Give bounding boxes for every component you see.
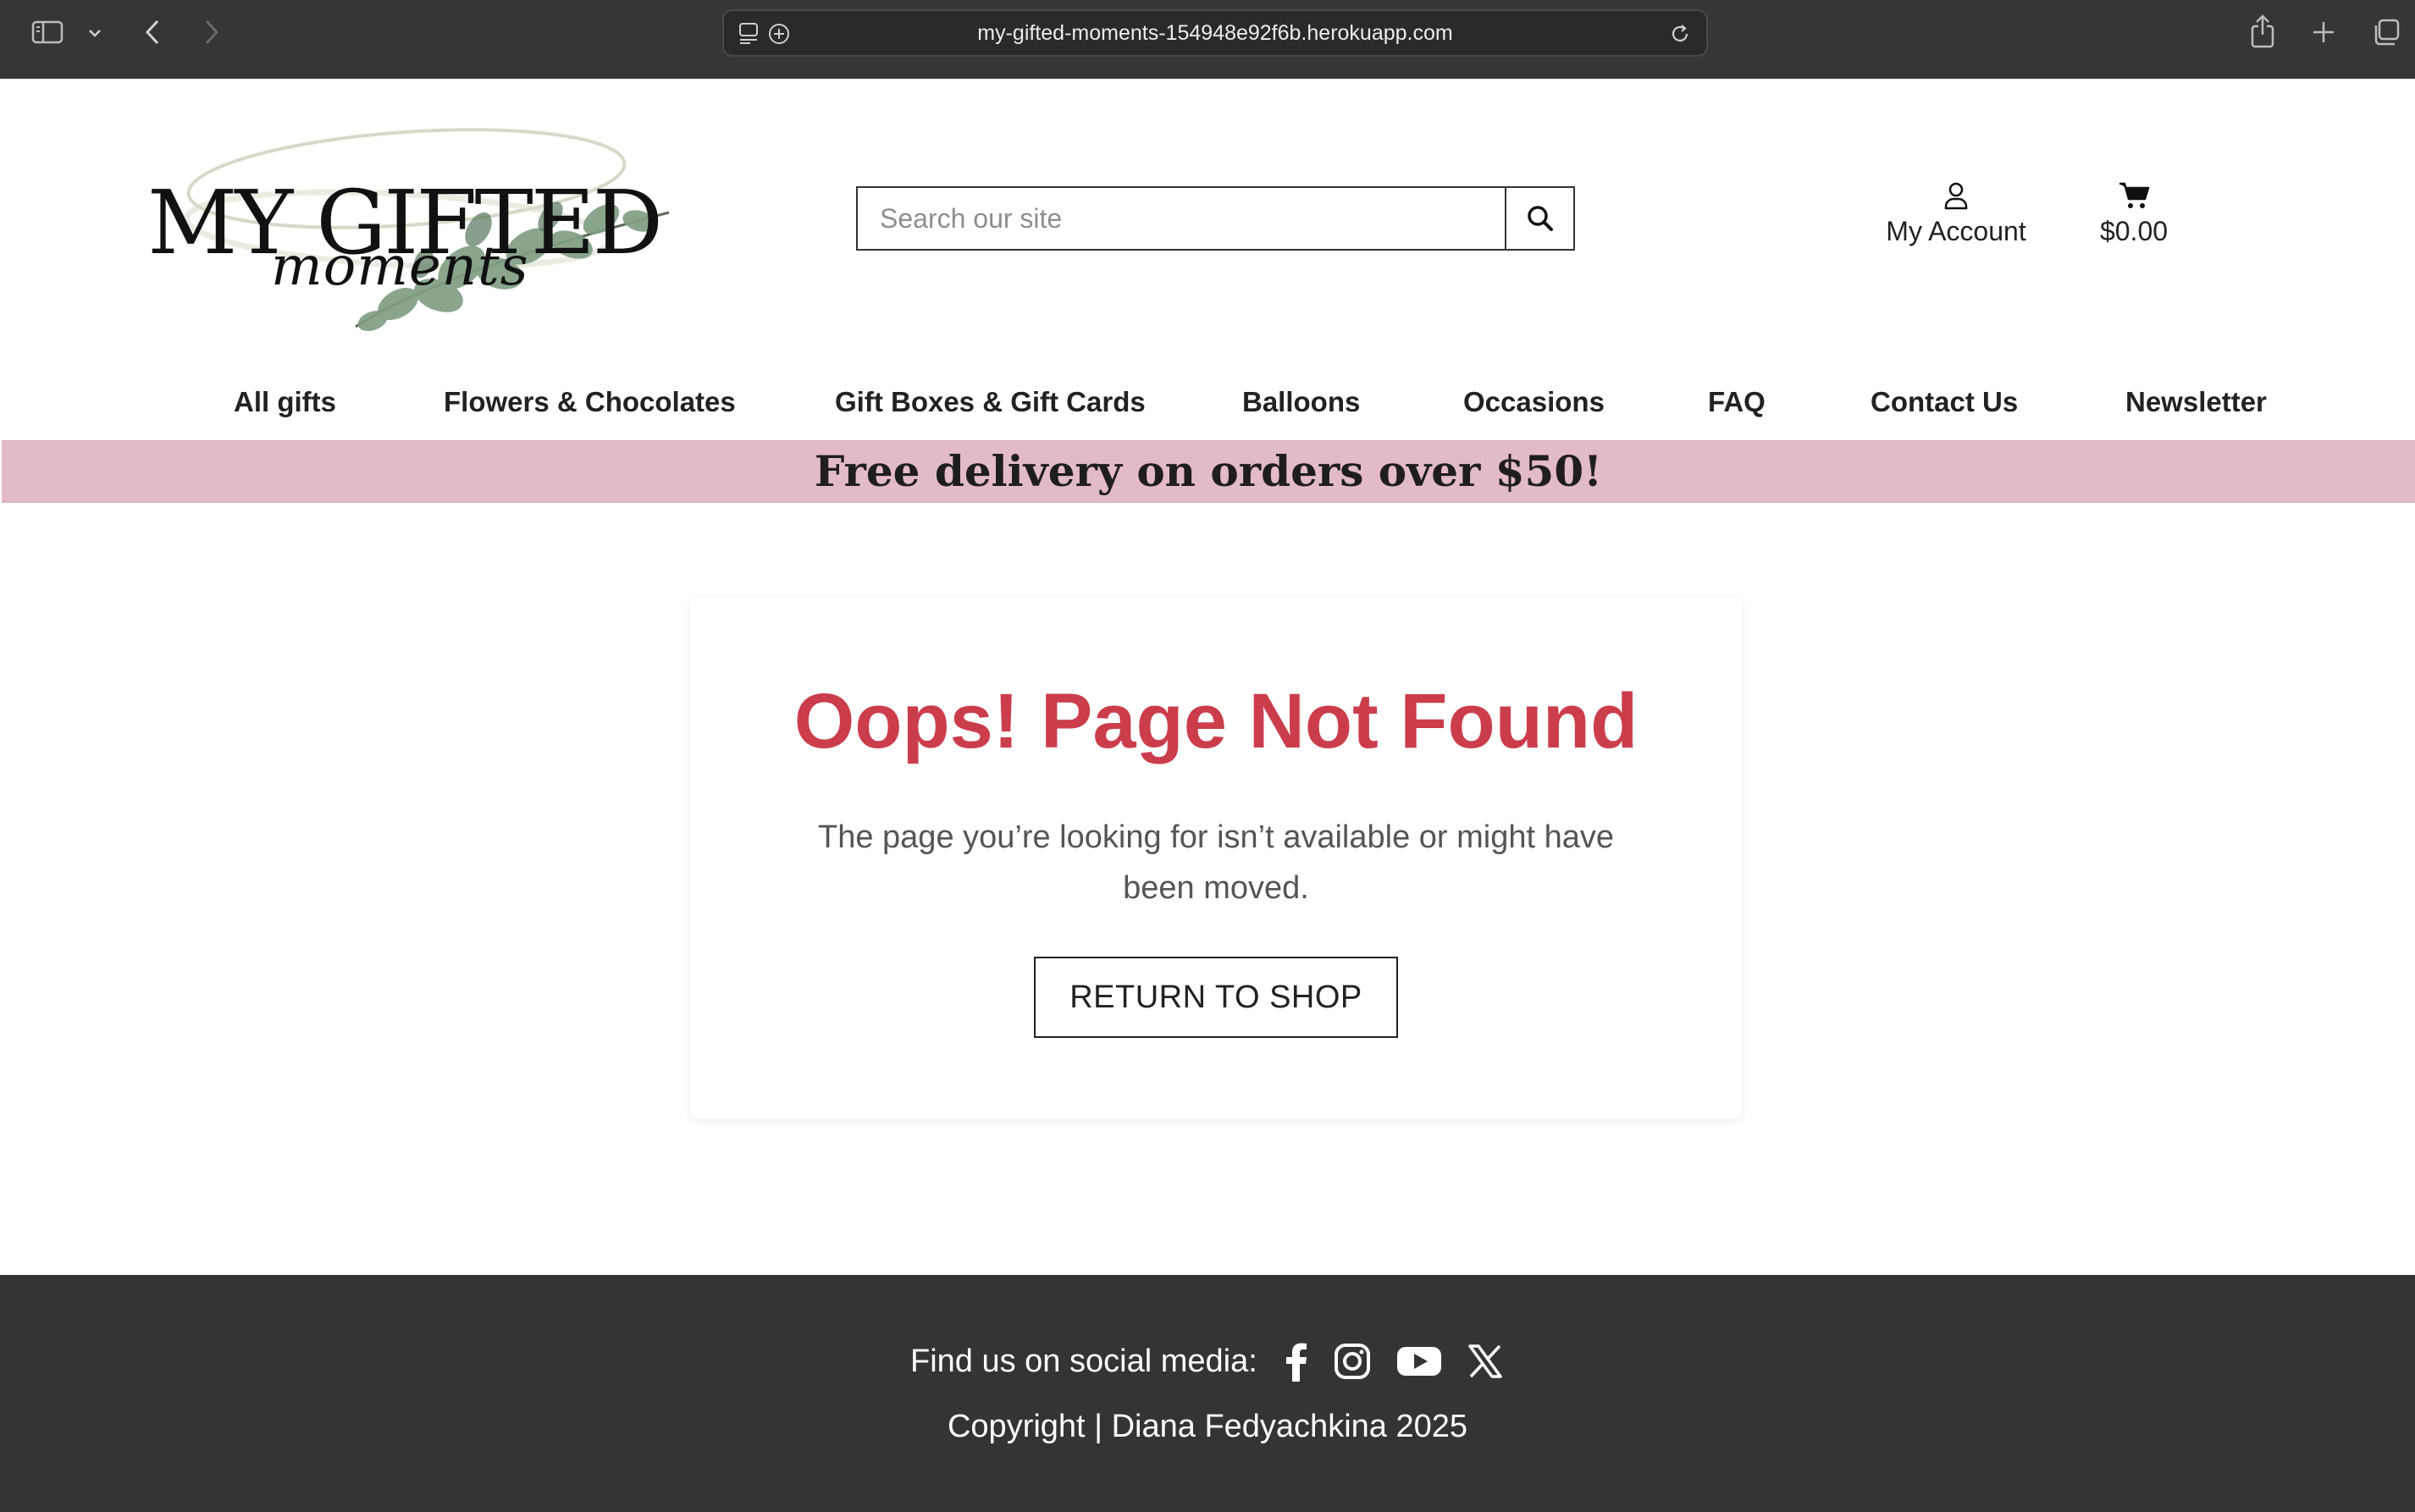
nav-gift-boxes-gift-cards[interactable]: Gift Boxes & Gift Cards — [835, 364, 1146, 440]
browser-toolbar: my-gifted-moments-154948e92f6b.herokuapp… — [0, 0, 2415, 80]
main-nav: All gifts Flowers & Chocolates Gift Boxe… — [0, 364, 2415, 440]
search-input[interactable] — [856, 186, 1505, 251]
youtube-icon[interactable] — [1396, 1344, 1442, 1378]
tab-overview-icon[interactable] — [2368, 15, 2405, 49]
cart-total: $0.00 — [2099, 216, 2169, 246]
url-text: my-gifted-moments-154948e92f6b.herokuapp… — [977, 21, 1453, 45]
back-arrow-icon[interactable] — [135, 15, 169, 49]
site-footer: Find us on social media: Copyright | Dia… — [0, 1275, 2415, 1512]
error-title: Oops! Page Not Found — [793, 678, 1639, 764]
logo-script: moments — [271, 235, 529, 298]
sidebar-toggle-icon[interactable] — [29, 17, 66, 47]
chevron-down-icon[interactable] — [83, 22, 107, 44]
share-icon[interactable] — [2246, 12, 2280, 51]
nav-flowers-chocolates[interactable]: Flowers & Chocolates — [444, 364, 736, 440]
social-links: Find us on social media: — [910, 1336, 1528, 1387]
new-tab-plus-icon[interactable] — [2307, 15, 2340, 49]
x-icon[interactable] — [1467, 1344, 1503, 1379]
nav-balloons[interactable]: Balloons — [1242, 364, 1360, 440]
copyright-text: Copyright | Diana Fedyachkina 2025 — [947, 1409, 1467, 1444]
site-logo[interactable]: MY GIFTED moments — [144, 102, 686, 348]
free-delivery-banner: Free delivery on orders over $50! — [2, 440, 2415, 503]
search-form — [856, 186, 1575, 251]
nav-newsletter[interactable]: Newsletter — [2125, 364, 2267, 440]
site-header: MY GIFTED moments My Account $0.00 All g… — [0, 79, 2415, 440]
nav-occasions[interactable]: Occasions — [1463, 364, 1605, 440]
nav-contact-us[interactable]: Contact Us — [1871, 364, 2018, 440]
address-bar[interactable]: my-gifted-moments-154948e92f6b.herokuapp… — [722, 9, 1708, 57]
instagram-icon[interactable] — [1334, 1343, 1371, 1380]
shopping-cart-icon — [2083, 179, 2185, 212]
search-button[interactable] — [1505, 186, 1575, 251]
facebook-icon[interactable] — [1283, 1341, 1308, 1382]
nav-faq[interactable]: FAQ — [1708, 364, 1766, 440]
nav-all-gifts[interactable]: All gifts — [234, 364, 336, 440]
cart-link[interactable]: $0.00 — [2083, 179, 2185, 247]
search-icon — [1527, 206, 1553, 231]
user-icon — [1871, 179, 2041, 212]
social-label: Find us on social media: — [910, 1343, 1257, 1379]
error-message: The page you’re looking for isn’t availa… — [818, 819, 1614, 906]
not-found-card: Oops! Page Not Found The page you’re loo… — [690, 598, 1742, 1119]
account-label: My Account — [1886, 216, 2026, 246]
forward-arrow-icon[interactable] — [195, 15, 229, 49]
reload-icon[interactable] — [1667, 21, 1693, 47]
return-to-shop-button[interactable]: RETURN TO SHOP — [1034, 957, 1398, 1038]
my-account-link[interactable]: My Account — [1871, 179, 2041, 247]
